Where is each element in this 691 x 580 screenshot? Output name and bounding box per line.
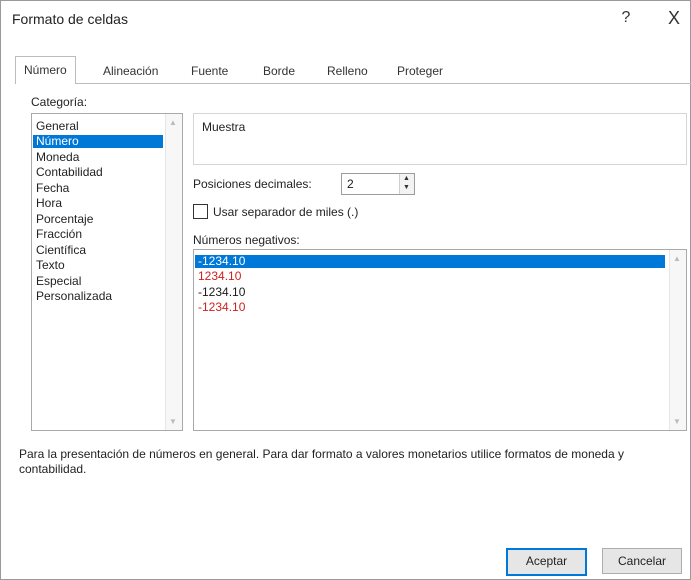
help-button[interactable]: ? — [613, 5, 639, 31]
category-item-numero[interactable]: Número — [33, 135, 163, 148]
negative-item-1[interactable]: -1234.10 — [195, 255, 665, 268]
thousands-separator-checkbox[interactable] — [193, 204, 208, 219]
category-item-texto[interactable]: Texto — [36, 259, 65, 272]
cancel-button[interactable]: Cancelar — [602, 548, 682, 574]
tab-numero[interactable]: Número — [15, 56, 76, 84]
decimals-label: Posiciones decimales: — [193, 177, 312, 191]
title-bar: Formato de celdas ? X — [1, 1, 690, 35]
scroll-up-icon[interactable]: ▲ — [169, 118, 177, 127]
negative-item-4[interactable]: -1234.10 — [198, 301, 245, 314]
category-item-hora[interactable]: Hora — [36, 197, 62, 210]
decimals-stepper[interactable]: 2 ▲ ▼ — [341, 173, 415, 195]
close-button[interactable]: X — [661, 5, 687, 31]
sample-box: Muestra — [193, 113, 687, 165]
negatives-label: Números negativos: — [193, 233, 300, 247]
tab-alineacion[interactable]: Alineación — [103, 60, 158, 82]
category-label: Categoría: — [31, 95, 88, 109]
scroll-down-icon[interactable]: ▼ — [169, 417, 177, 426]
negative-item-2[interactable]: 1234.10 — [198, 270, 241, 283]
decimals-spin-buttons[interactable]: ▲ ▼ — [399, 174, 414, 194]
tab-fuente[interactable]: Fuente — [191, 60, 228, 82]
category-item-cientifica[interactable]: Científica — [36, 244, 86, 257]
negative-item-3[interactable]: -1234.10 — [198, 286, 245, 299]
category-item-fecha[interactable]: Fecha — [36, 182, 69, 195]
thousands-separator-label[interactable]: Usar separador de miles (.) — [213, 205, 358, 219]
scroll-down-icon[interactable]: ▼ — [673, 417, 681, 426]
category-item-contabilidad[interactable]: Contabilidad — [36, 166, 103, 179]
category-item-especial[interactable]: Especial — [36, 275, 81, 288]
tab-relleno[interactable]: Relleno — [327, 60, 368, 82]
spin-up-icon[interactable]: ▲ — [403, 175, 410, 182]
sample-label: Muestra — [202, 120, 246, 134]
category-scrollbar[interactable]: ▲ ▼ — [165, 114, 182, 430]
negative-numbers-list[interactable]: -1234.10 1234.10 -1234.10 -1234.10 ▲ ▼ — [193, 249, 687, 431]
category-item-moneda[interactable]: Moneda — [36, 151, 79, 164]
tab-borde[interactable]: Borde — [263, 60, 295, 82]
tab-proteger[interactable]: Proteger — [397, 60, 443, 82]
category-item-porcentaje[interactable]: Porcentaje — [36, 213, 93, 226]
decimals-value[interactable]: 2 — [347, 177, 354, 191]
category-item-fraccion[interactable]: Fracción — [36, 228, 82, 241]
accept-button[interactable]: Aceptar — [506, 548, 587, 576]
category-list[interactable]: General Número Moneda Contabilidad Fecha… — [31, 113, 183, 431]
category-item-general[interactable]: General — [36, 120, 79, 133]
category-item-personalizada[interactable]: Personalizada — [36, 290, 112, 303]
dialog-title: Formato de celdas — [12, 11, 128, 27]
spin-down-icon[interactable]: ▼ — [403, 184, 410, 191]
format-cells-dialog: Formato de celdas ? X Número Alineación … — [0, 0, 691, 580]
negatives-scrollbar[interactable]: ▲ ▼ — [669, 250, 686, 430]
scroll-up-icon[interactable]: ▲ — [673, 254, 681, 263]
category-description: Para la presentación de números en gener… — [19, 447, 624, 476]
